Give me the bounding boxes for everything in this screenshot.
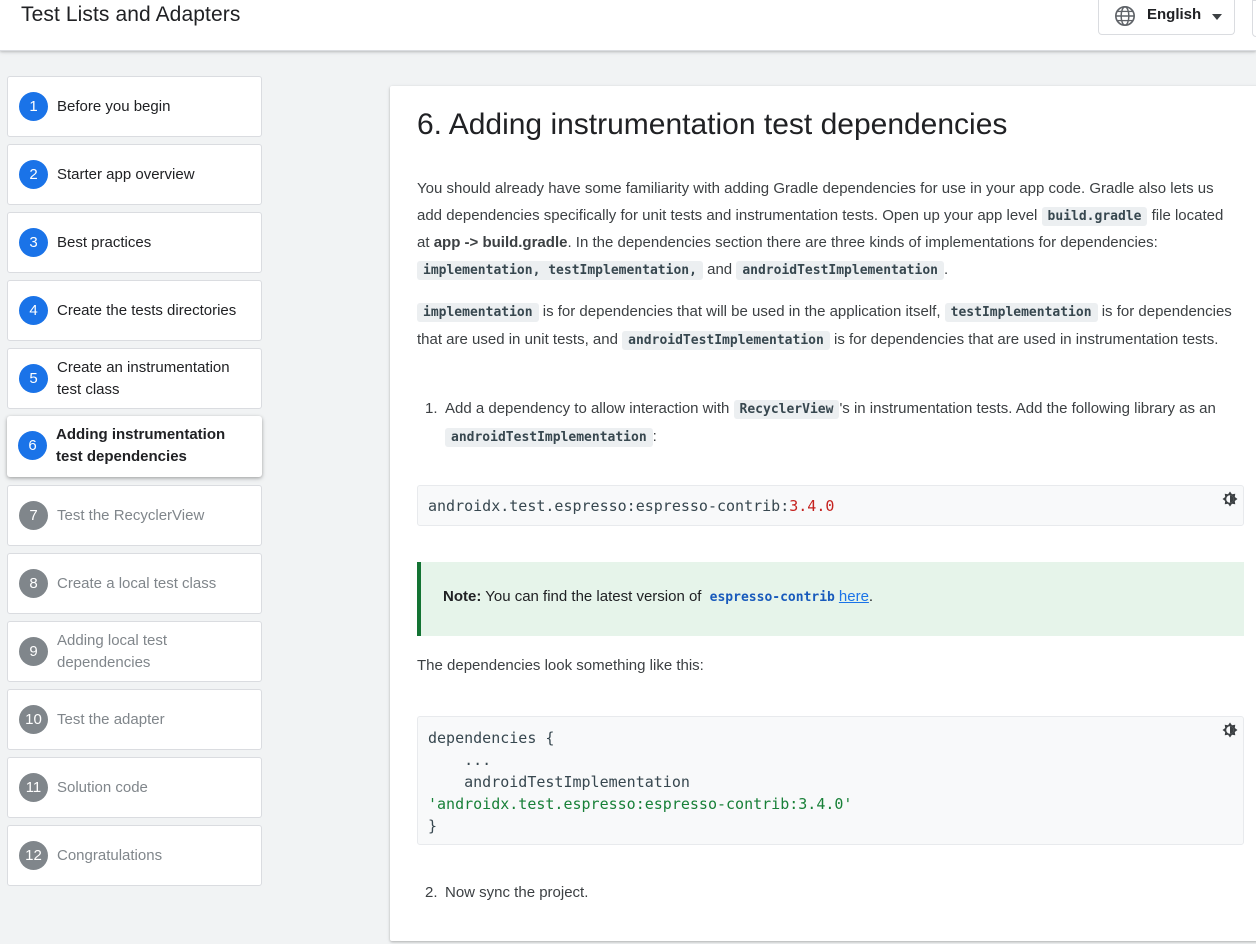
text: .	[868, 588, 874, 605]
inline-code: androidTestImplementation	[445, 427, 653, 447]
code-line: ...	[428, 751, 492, 769]
header-edge-button[interactable]	[1252, 0, 1256, 37]
step-number-badge: 1	[19, 92, 48, 121]
inline-code: build.gradle	[1041, 206, 1148, 226]
text: 's in instrumentation tests. Add the fol…	[839, 400, 1216, 417]
step-number-badge: 9	[19, 637, 48, 666]
text: and	[702, 260, 737, 278]
inline-code: androidTestImplementation	[622, 330, 830, 350]
text: Now sync the project.	[445, 884, 589, 901]
text: You can find the latest version of	[481, 588, 706, 605]
step-label: Starter app overview	[57, 165, 195, 183]
language-selector[interactable]: English	[1098, 0, 1235, 35]
list-item-1: 1. Add a dependency to allow interaction …	[425, 396, 1235, 451]
code-version: 3.4.0	[789, 497, 835, 515]
step-label: Test the adapter	[57, 710, 165, 728]
text: Add a dependency to allow interaction wi…	[445, 400, 734, 417]
step-number-badge: 5	[19, 364, 48, 393]
step-best-practices[interactable]: 3 Best practices	[7, 212, 262, 273]
inline-code: androidTestImplementation	[736, 260, 944, 280]
text: is for dependencies that will be used in…	[538, 303, 945, 320]
globe-icon	[1115, 6, 1135, 26]
inline-code: RecyclerView	[733, 400, 840, 419]
step-number-badge: 7	[19, 501, 48, 530]
code-line: androidx.test.espresso:espresso-contrib:…	[428, 497, 834, 515]
step-create-tests-directories[interactable]: 4 Create the tests directories	[7, 280, 262, 341]
implementation-paragraph: implementation is for dependencies that …	[417, 299, 1237, 354]
step-starter-app-overview[interactable]: 2 Starter app overview	[7, 144, 262, 205]
step-create-local-test-class[interactable]: 8 Create a local test class	[7, 553, 262, 614]
step-test-the-adapter[interactable]: 10 Test the adapter	[7, 689, 262, 750]
note-text: Note: You can find the latest version of…	[443, 588, 873, 605]
inline-code: implementation, testImplementation,	[417, 260, 703, 280]
step-adding-local-test-dependencies[interactable]: 9 Adding local test dependencies	[7, 621, 262, 682]
code-line: androidTestImplementation	[428, 773, 690, 791]
step-label: Adding instrumentation test dependencies	[56, 425, 226, 465]
code-block-dependency: androidx.test.espresso:espresso-contrib:…	[417, 485, 1244, 526]
intro-paragraph: You should already have some familiarity…	[417, 176, 1237, 284]
inline-code: testImplementation	[944, 303, 1098, 322]
step-label: Create an instrumentation test class	[57, 358, 230, 398]
page-title: Test Lists and Adapters	[21, 3, 241, 26]
step-label: Solution code	[57, 778, 148, 796]
inline-code: espresso-contrib	[709, 590, 835, 605]
note-label: Note:	[443, 588, 482, 605]
step-number-badge: 6	[18, 431, 47, 460]
step-label: Before you begin	[57, 97, 171, 115]
language-label: English	[1147, 6, 1202, 23]
text: :	[652, 427, 657, 445]
step-number-badge: 3	[19, 228, 48, 257]
step-number-badge: 8	[19, 569, 48, 598]
step-number-badge: 10	[19, 705, 48, 734]
here-link[interactable]: here	[839, 588, 869, 605]
step-solution-code[interactable]: 11 Solution code	[7, 757, 262, 818]
text: is for dependencies that are used in ins…	[829, 330, 1219, 348]
step-adding-instrumentation-test-dependencies[interactable]: 6 Adding instrumentation test dependenci…	[7, 416, 262, 477]
list-number: 1.	[425, 400, 438, 417]
note-box: Note: You can find the latest version of…	[417, 562, 1244, 636]
list-number: 2.	[425, 884, 438, 901]
bold-text: app -> build.gradle	[433, 234, 568, 251]
code-line: 'androidx.test.espresso:espresso-contrib…	[428, 795, 853, 813]
step-number-badge: 4	[19, 296, 48, 325]
code-line: dependencies {	[428, 729, 555, 747]
step-before-you-begin[interactable]: 1 Before you begin	[7, 76, 262, 137]
step-label: Adding local test dependencies	[57, 631, 168, 671]
step-heading: 6. Adding instrumentation test dependenc…	[417, 108, 1008, 141]
inline-code: implementation	[417, 303, 539, 322]
step-label: Test the RecyclerView	[57, 506, 205, 524]
top-header: Test Lists and Adapters English	[0, 0, 1256, 51]
code-block-gradle: dependencies { ... androidTestImplementa…	[417, 716, 1244, 845]
code-text: androidx.test.espresso:espresso-contrib:	[428, 497, 790, 515]
step-create-instrumentation-test-class[interactable]: 5 Create an instrumentation test class	[7, 348, 262, 409]
step-number-badge: 12	[19, 841, 48, 870]
step-label: Best practices	[57, 233, 152, 251]
content-card: 6. Adding instrumentation test dependenc…	[390, 86, 1256, 941]
caret-down-icon	[1212, 14, 1222, 20]
step-label: Create a local test class	[57, 574, 217, 592]
code-lines: dependencies { ... androidTestImplementa…	[428, 727, 852, 837]
brightness-icon[interactable]	[1221, 721, 1239, 739]
step-number-badge: 11	[19, 773, 48, 802]
step-number-badge: 2	[19, 160, 48, 189]
step-congratulations[interactable]: 12 Congratulations	[7, 825, 262, 886]
step-label: Congratulations	[57, 846, 163, 864]
code-line: }	[428, 817, 438, 835]
dependencies-intro: The dependencies look something like thi…	[417, 657, 704, 674]
step-test-the-recyclerview[interactable]: 7 Test the RecyclerView	[7, 485, 262, 546]
step-label: Create the tests directories	[57, 301, 237, 319]
text: .	[943, 260, 949, 278]
text: . In the dependencies section there are …	[567, 234, 1158, 251]
brightness-icon[interactable]	[1221, 490, 1239, 508]
list-item-2: 2. Now sync the project.	[425, 880, 1235, 907]
